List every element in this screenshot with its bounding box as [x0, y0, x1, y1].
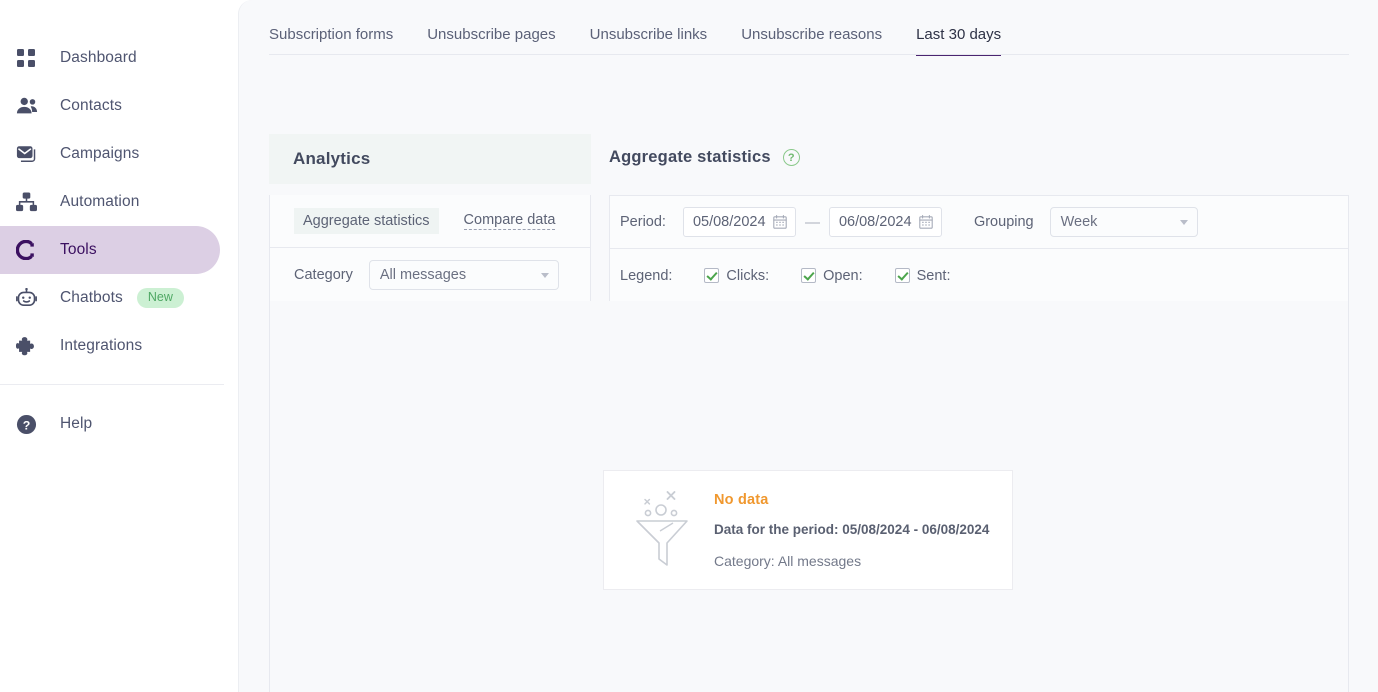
sidebar-item-label: Help	[60, 415, 93, 432]
period-label: Period:	[620, 214, 666, 230]
robot-icon	[16, 285, 46, 311]
date-from-input[interactable]: 05/08/2024	[682, 207, 796, 237]
date-from-value: 05/08/2024	[692, 214, 766, 230]
legend-toggle-clicks[interactable]: Clicks:	[704, 268, 769, 284]
tab-unsubscribe-pages[interactable]: Unsubscribe pages	[427, 26, 555, 56]
grouping-label: Grouping	[973, 214, 1034, 230]
category-select-value: All messages	[379, 266, 467, 283]
sidebar-item-label: Dashboard	[60, 49, 137, 66]
sidebar-item-label: Tools	[60, 241, 97, 258]
checkbox-icon[interactable]	[704, 268, 720, 283]
tools-c-icon	[16, 237, 46, 263]
chevron-down-icon	[1179, 220, 1188, 225]
sidebar-item-dashboard[interactable]: Dashboard	[0, 34, 220, 82]
legend-label-sent: Sent:	[916, 267, 951, 284]
chevron-down-icon	[540, 272, 549, 278]
chart-area: No data Data for the period: 05/08/2024 …	[269, 301, 1349, 692]
question-circle-icon: ?	[16, 411, 46, 437]
tab-subscription-forms[interactable]: Subscription forms	[269, 26, 393, 56]
tab-unsubscribe-reasons[interactable]: Unsubscribe reasons	[741, 26, 882, 56]
sidebar-item-label: Integrations	[60, 337, 143, 354]
aggregate-statistics-heading: Aggregate statistics	[609, 148, 771, 166]
legend-label-clicks: Clicks:	[726, 267, 770, 284]
aggregate-statistics-button[interactable]: Aggregate statistics	[294, 208, 439, 234]
legend-label-open: Open:	[823, 267, 863, 284]
checkbox-icon[interactable]	[894, 268, 910, 283]
tab-bar: Subscription forms Unsubscribe pages Uns…	[269, 0, 1035, 56]
analytics-filter-box: Aggregate statistics Compare data Catego…	[269, 195, 591, 302]
grouping-select-value: Week	[1060, 214, 1098, 230]
category-label: Category	[294, 266, 353, 283]
sidebar-item-label: Automation	[60, 193, 140, 210]
tab-last-30-days[interactable]: Last 30 days	[916, 26, 1002, 56]
grouping-select[interactable]: Week	[1049, 207, 1198, 237]
sidebar-divider	[0, 384, 224, 385]
sidebar-item-automation[interactable]: Automation	[0, 178, 220, 226]
legend-row: Legend: Clicks: Open: Sent:	[610, 249, 1348, 302]
puzzle-icon	[16, 333, 46, 359]
sidebar-item-help[interactable]: ? Help	[0, 400, 220, 448]
aggregate-statistics-title: Aggregate statistics ?	[609, 148, 800, 167]
date-to-value: 06/08/2024	[838, 214, 912, 230]
envelope-icon	[16, 141, 46, 167]
sidebar-item-campaigns[interactable]: Campaigns	[0, 130, 220, 178]
legend-toggle-sent[interactable]: Sent:	[894, 267, 951, 284]
legend-toggle-open[interactable]: Open:	[801, 268, 863, 284]
sitemap-icon	[16, 189, 46, 215]
sidebar: Dashboard Contacts Campaigns Automation …	[0, 0, 238, 692]
chatbots-new-badge: New	[136, 288, 184, 308]
no-data-card: No data Data for the period: 05/08/2024 …	[603, 470, 1013, 590]
sidebar-item-label: Chatbots	[60, 289, 123, 306]
sidebar-item-label: Campaigns	[60, 145, 140, 162]
no-data-category: Category: All messages	[714, 552, 862, 569]
page-title: Analytics	[293, 149, 371, 168]
compare-data-link[interactable]: Compare data	[463, 212, 556, 230]
analytics-mode-row: Aggregate statistics Compare data	[270, 195, 590, 248]
checkbox-icon[interactable]	[801, 268, 817, 283]
category-row: Category All messages	[270, 248, 590, 301]
legend-label: Legend:	[620, 267, 673, 284]
category-select[interactable]: All messages	[368, 259, 559, 290]
sidebar-item-tools[interactable]: Tools	[0, 226, 220, 274]
svg-text:?: ?	[23, 418, 31, 432]
sidebar-item-label: Contacts	[60, 97, 122, 114]
people-icon	[16, 93, 46, 119]
sidebar-item-contacts[interactable]: Contacts	[0, 82, 220, 130]
funnel-empty-icon	[626, 487, 700, 574]
tab-bar-rule	[269, 54, 1349, 55]
sidebar-item-chatbots[interactable]: Chatbots New	[0, 274, 220, 322]
grid-icon	[16, 45, 46, 71]
period-filter-box: Period: 05/08/2024 — 06/08/2024 Grouping…	[609, 195, 1349, 303]
no-data-title: No data	[714, 491, 769, 508]
period-row: Period: 05/08/2024 — 06/08/2024 Grouping…	[610, 196, 1348, 249]
analytics-panel-header: Analytics	[269, 134, 591, 184]
sidebar-item-integrations[interactable]: Integrations	[0, 322, 220, 370]
calendar-icon[interactable]	[919, 215, 933, 229]
tab-unsubscribe-links[interactable]: Unsubscribe links	[590, 26, 708, 56]
main-content: Subscription forms Unsubscribe pages Uns…	[238, 0, 1378, 692]
no-data-text: No data Data for the period: 05/08/2024 …	[714, 492, 989, 569]
date-range-separator: —	[804, 213, 820, 231]
app-root: Dashboard Contacts Campaigns Automation …	[0, 0, 1378, 692]
calendar-icon[interactable]	[773, 215, 787, 229]
date-to-input[interactable]: 06/08/2024	[828, 207, 942, 237]
no-data-period: Data for the period: 05/08/2024 - 06/08/…	[714, 521, 990, 537]
help-icon[interactable]: ?	[782, 149, 800, 166]
